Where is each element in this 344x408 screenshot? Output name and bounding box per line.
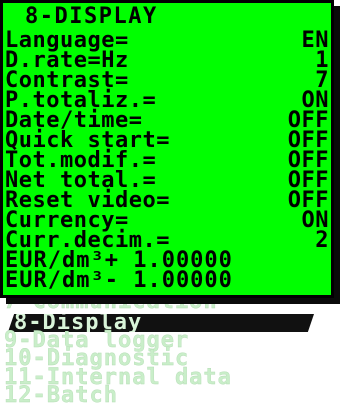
panel-title: 8-DISPLAY — [25, 4, 158, 29]
setting-label: EUR/dm³- 1.00000 — [5, 268, 233, 293]
setting-value: 2 — [315, 228, 329, 253]
display-settings-panel: 8-DISPLAY Language= EN D.rate=Hz 1 Contr… — [0, 0, 334, 298]
setting-eur-per-dm3-minus[interactable]: EUR/dm³- 1.00000 — [3, 268, 331, 293]
menu-item-batch[interactable]: 12-Batch — [4, 384, 118, 406]
